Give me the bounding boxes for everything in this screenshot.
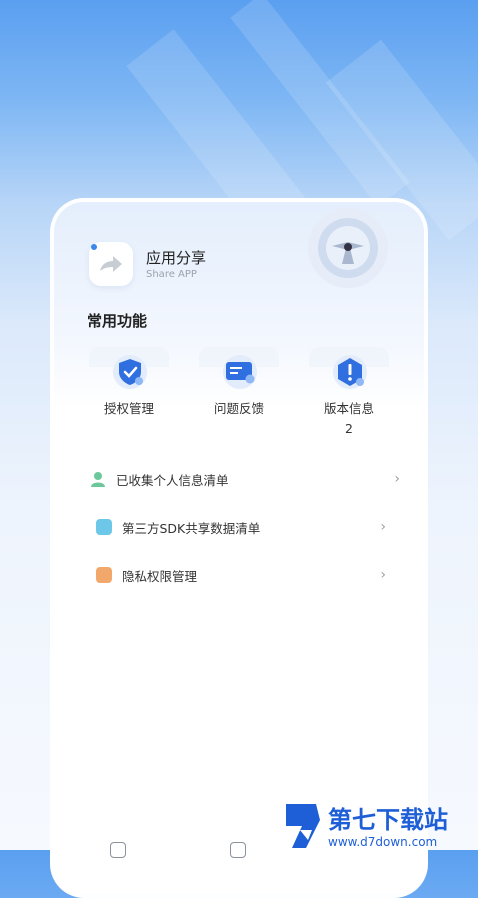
bottom-nav-home-icon[interactable] — [110, 842, 126, 858]
bottom-nav-message-icon[interactable] — [230, 842, 246, 858]
tile-label: 问题反馈 — [213, 401, 264, 416]
share-arrow-icon — [100, 256, 122, 272]
gear-decoration-icon — [308, 208, 388, 288]
chevron-right-icon: › — [380, 567, 386, 583]
tile-authorization[interactable]: 授权管理 — [89, 347, 169, 437]
tile-feedback[interactable]: 问题反馈 — [199, 347, 279, 437]
list-item-label: 第三方SDK共享数据清单 — [122, 520, 261, 536]
list-item-label: 隐私权限管理 — [122, 568, 198, 584]
notification-dot — [91, 244, 97, 250]
shield-check-icon — [113, 355, 147, 389]
person-icon — [90, 471, 106, 487]
tile-version-info[interactable]: 版本信息 2 — [309, 347, 389, 437]
sdk-box-icon — [96, 519, 112, 535]
app-subtitle: Share APP — [146, 269, 197, 280]
svg-text:第七下载站: 第七下载站 — [328, 806, 448, 834]
svg-text:www.d7down.com: www.d7down.com — [328, 835, 437, 849]
chevron-right-icon: › — [380, 519, 386, 535]
list-item-sdk-data[interactable]: 第三方SDK共享数据清单 › — [96, 515, 386, 539]
watermark-logo: 第七下载站 www.d7down.com — [286, 804, 448, 849]
tile-label: 版本信息 2 — [323, 401, 374, 436]
list-item-personal-info[interactable]: 已收集个人信息清单 › — [90, 467, 400, 491]
privacy-box-icon — [96, 567, 112, 583]
tile-label: 授权管理 — [103, 401, 154, 416]
list-item-label: 已收集个人信息清单 — [116, 472, 229, 488]
main-card: 应用分享 Share APP 常用功能 授权管理 问题反馈 版本信息 2 已收集… — [50, 198, 428, 898]
section-title: 常用功能 — [87, 312, 148, 330]
chevron-right-icon: › — [394, 471, 400, 487]
app-title: 应用分享 — [146, 249, 207, 267]
list-item-privacy-permissions[interactable]: 隐私权限管理 › — [96, 563, 386, 587]
feedback-card-icon — [223, 355, 257, 389]
info-hexagon-icon — [333, 355, 367, 389]
